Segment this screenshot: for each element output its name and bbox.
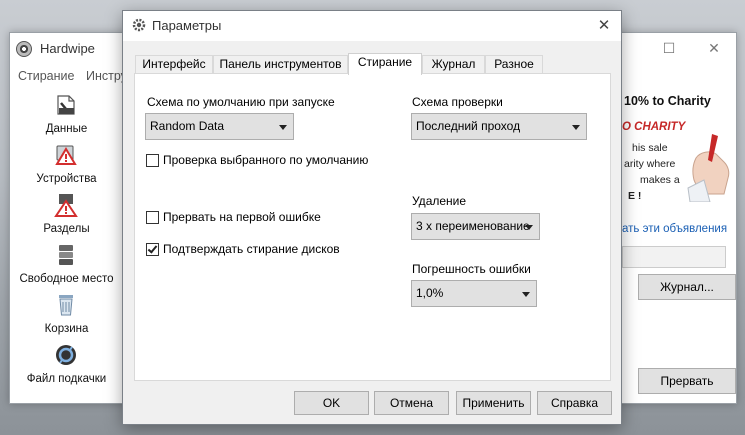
confirm-disk-wipe-checkbox[interactable]: Подтверждать стирание дисков [146,242,346,258]
checkbox-label: Проверка выбранного по умолчанию [163,153,369,167]
checkbox-box[interactable] [146,154,159,167]
sidebar-item-recycle-bin[interactable]: Корзина [10,291,123,341]
cancel-button[interactable]: Отмена [374,391,449,415]
hardwipe-title: Hardwipe [40,41,95,56]
settings-dialog: Параметры ✕ Интерфейс Панель инструменто… [122,10,622,425]
maximize-button[interactable]: ☐ [649,35,689,61]
chevron-down-icon [572,125,580,130]
menu-tools[interactable]: Инстру [86,69,127,83]
error-margin-value: 1,0% [416,286,444,300]
sidebar-label: Устройства [36,173,97,185]
chevron-down-icon [279,125,287,130]
sidebar-item-swap-file[interactable]: Файл подкачки [10,341,123,391]
hardwipe-sidebar: Данные Устройства Разделы Свободное мест… [10,88,123,404]
sidebar-item-devices[interactable]: Устройства [10,141,123,191]
sidebar-item-data[interactable]: Данные [10,91,123,141]
checkbox-box[interactable] [146,243,159,256]
writing-hand-icon [687,134,730,202]
journal-button[interactable]: Журнал... [638,274,736,300]
sidebar-item-partitions[interactable]: Разделы [10,191,123,241]
sidebar-label: Данные [45,123,88,135]
error-margin-select[interactable]: 1,0% [411,280,537,307]
checkbox-box[interactable] [146,211,159,224]
charity-stamp: O CHARITY [622,121,686,133]
deletion-select[interactable]: 3 x переименование [411,213,540,240]
tab-wipe[interactable]: Стирание [348,53,422,75]
wipe-settings-panel: Схема по умолчанию при запуске Random Da… [134,73,611,381]
close-button[interactable]: ✕ [694,35,734,61]
gear-icon [132,18,146,32]
dialog-titlebar: Параметры ✕ [123,11,621,41]
sidebar-label: Свободное место [19,273,114,285]
hide-ads-link[interactable]: ать эти объявления [622,223,727,235]
apply-button[interactable]: Применить [456,391,531,415]
charity-line: arity where [624,158,676,170]
sidebar-label: Файл подкачки [26,373,107,385]
tab-journal[interactable]: Журнал [422,55,485,74]
charity-line: makes a [640,174,680,186]
swap-file-icon [56,345,76,365]
data-file-icon [57,95,75,115]
error-margin-label: Погрешность ошибки [412,262,531,276]
default-scheme-value: Random Data [150,119,225,133]
status-field [622,246,726,268]
menu-wipe[interactable]: Стирание [18,69,74,83]
hardwipe-app-icon [16,41,32,57]
tab-interface[interactable]: Интерфейс [135,55,213,74]
deletion-label: Удаление [412,194,467,208]
free-space-icon [59,245,73,265]
recycle-bin-icon [59,295,73,316]
checkmark-icon [147,243,158,254]
stop-button[interactable]: Прервать [638,368,736,394]
charity-line: E ! [628,190,642,202]
partitions-icon [54,194,78,217]
checkbox-label: Подтверждать стирание дисков [163,242,340,256]
verify-default-checkbox[interactable]: Проверка выбранного по умолчанию [146,153,369,169]
sidebar-label: Корзина [44,323,89,335]
stop-on-first-error-checkbox[interactable]: Прервать на первой ошибке [146,210,326,226]
check-scheme-select[interactable]: Последний проход [411,113,587,140]
dialog-close-button[interactable]: ✕ [593,16,615,36]
default-scheme-select[interactable]: Random Data [145,113,294,140]
help-button[interactable]: Справка [537,391,612,415]
deletion-value: 3 x переименование [416,219,530,233]
tab-toolbar[interactable]: Панель инструментов [213,55,348,74]
default-scheme-label: Схема по умолчанию при запуске [147,95,335,109]
check-scheme-label: Схема проверки [412,95,503,109]
chevron-down-icon [522,292,530,297]
checkbox-label: Прервать на первой ошибке [163,210,321,224]
hardwipe-right-panel: 10% to Charity O CHARITY his sale arity … [622,88,738,404]
dialog-title: Параметры [152,18,222,33]
ok-button[interactable]: OK [294,391,369,415]
sidebar-item-free-space[interactable]: Свободное место [10,241,123,291]
devices-warning-icon [55,145,77,165]
tab-misc[interactable]: Разное [485,55,543,74]
charity-line: his sale [632,142,668,154]
sidebar-label: Разделы [43,223,90,235]
check-scheme-value: Последний проход [416,119,521,133]
chevron-down-icon [525,225,533,230]
charity-headline: 10% to Charity [624,94,711,108]
